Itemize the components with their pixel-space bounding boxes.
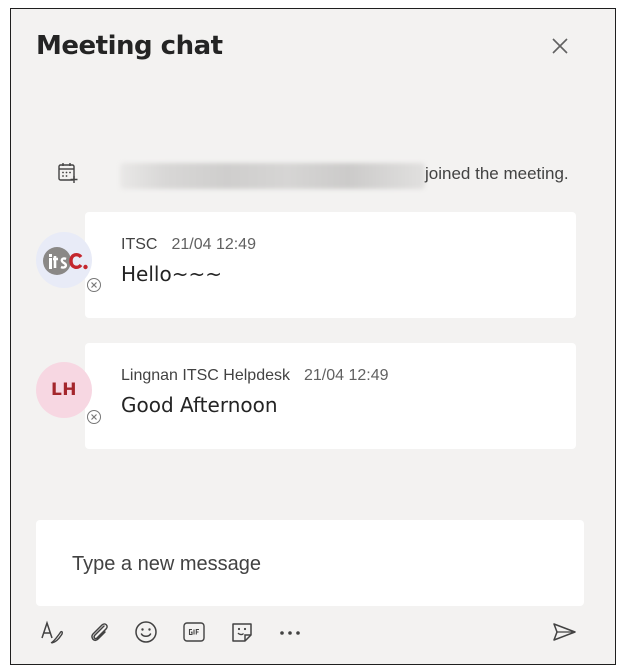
close-icon <box>552 38 568 54</box>
avatar[interactable] <box>36 232 92 288</box>
gif-icon <box>183 622 205 642</box>
status-badge <box>87 278 101 292</box>
panel-title: Meeting chat <box>36 31 223 61</box>
sender-name: ITSC <box>121 236 158 253</box>
chat-message[interactable]: ITSC 21/04 12:49 Hello~~~ <box>85 212 576 318</box>
message-time: 21/04 12:49 <box>303 367 389 384</box>
emoji-button[interactable] <box>130 616 162 648</box>
message-time: 21/04 12:49 <box>171 236 256 253</box>
itsc-logo-icon <box>43 247 88 275</box>
sender-name: Lingnan ITSC Helpdesk <box>121 367 290 384</box>
format-button[interactable] <box>36 616 68 648</box>
sticker-icon <box>232 623 252 642</box>
emoji-icon <box>135 621 157 643</box>
close-button[interactable] <box>540 26 580 66</box>
message-text: Good Afternoon <box>121 393 278 417</box>
send-button[interactable] <box>548 616 580 648</box>
avatar[interactable]: LH <box>36 362 92 418</box>
send-icon <box>553 623 576 641</box>
more-options-button[interactable] <box>274 616 306 648</box>
compose-box[interactable] <box>36 520 584 606</box>
chat-message[interactable]: Lingnan ITSC Helpdesk 21/04 12:49 Good Af… <box>85 343 576 449</box>
message-meta: ITSC 21/04 12:49 <box>121 236 256 254</box>
blurred-participant-name <box>120 163 425 189</box>
sticker-button[interactable] <box>226 616 258 648</box>
offline-status-icon <box>91 282 97 288</box>
message-input[interactable] <box>70 552 554 577</box>
system-event-row: joined the meeting. <box>50 155 600 195</box>
attach-button[interactable] <box>84 616 116 648</box>
status-badge <box>87 410 101 424</box>
avatar-initials: LH <box>50 380 78 400</box>
more-options-icon <box>280 631 300 635</box>
gif-button[interactable] <box>178 616 210 648</box>
meeting-calendar-icon <box>58 163 78 183</box>
attach-icon <box>91 623 108 642</box>
system-event-text: joined the meeting. <box>425 164 569 183</box>
format-icon <box>41 620 63 644</box>
offline-status-icon <box>91 414 97 420</box>
message-text: Hello~~~ <box>121 262 222 286</box>
message-meta: Lingnan ITSC Helpdesk 21/04 12:49 <box>121 367 389 385</box>
